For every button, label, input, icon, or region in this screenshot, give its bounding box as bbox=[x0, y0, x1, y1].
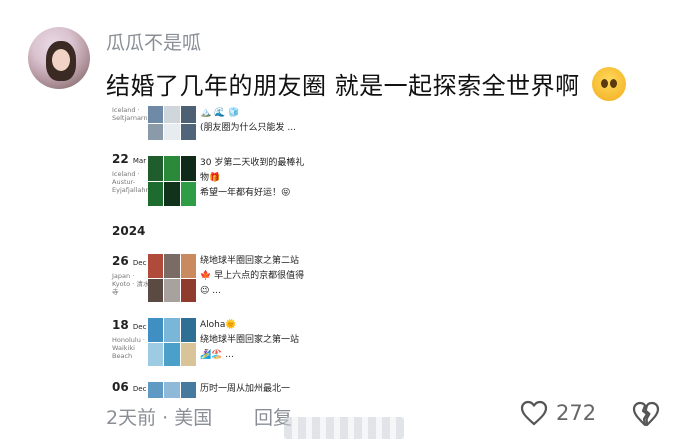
entry-photo-grid bbox=[148, 254, 196, 302]
username[interactable]: 瓜瓜不是呱 bbox=[106, 28, 201, 55]
attached-screenshot-image[interactable]: Iceland · Seltjarnarnes 🏔️ 🌊 🧊 (朋友圈为什么只能… bbox=[106, 104, 314, 398]
heart-icon bbox=[520, 400, 548, 426]
broken-heart-icon bbox=[632, 401, 660, 427]
entry-location: Honolulu · Waikiki Beach bbox=[112, 336, 145, 360]
entry-text: 绕地球半圈回家之第二站🍁 早上六点的京都很值得😉 ... bbox=[200, 256, 305, 296]
entry-date: 06 Dec bbox=[112, 380, 146, 394]
entry-month: Dec bbox=[132, 385, 147, 393]
entry-photo-grid bbox=[148, 106, 196, 140]
entry-month: Dec bbox=[132, 259, 147, 267]
avatar[interactable] bbox=[28, 27, 90, 89]
entry-day: 06 bbox=[112, 380, 129, 394]
entry-photo-grid bbox=[148, 382, 196, 398]
entry-text: 30 岁第二天收到的最棒礼物🎁 希望一年都有好运！😝 bbox=[200, 158, 305, 198]
watermark-overlay bbox=[284, 417, 404, 439]
entry-location: Japan · Kyoto · 清水寺 bbox=[112, 272, 150, 296]
comment-text: 结婚了几年的朋友圈 就是一起探索全世界啊 bbox=[106, 66, 626, 101]
dislike-button[interactable] bbox=[632, 401, 660, 431]
entry-day: 18 bbox=[112, 318, 129, 332]
entry-text: Aloha🌞 绕地球半圈回家之第一站🏄‍♀️🏖️ ... bbox=[200, 320, 300, 360]
entry-date: 18 Dec bbox=[112, 318, 146, 332]
entry-day: 22 bbox=[112, 152, 129, 166]
entry-text: 🏔️ 🌊 🧊 (朋友圈为什么只能发 ... bbox=[200, 108, 296, 133]
year-label: 2024 bbox=[112, 224, 146, 238]
entry-day: 26 bbox=[112, 254, 129, 268]
comment-text-content: 结婚了几年的朋友圈 就是一起探索全世界啊 bbox=[106, 72, 580, 100]
entry-date: 22 Mar bbox=[112, 152, 146, 166]
entry-date: 26 Dec bbox=[112, 254, 146, 268]
entry-location: Iceland · Austur-Eyjafjallahr... bbox=[112, 170, 154, 194]
entry-month: Mar bbox=[132, 157, 147, 165]
comment-time-location: 2天前 · 美国 bbox=[106, 407, 213, 429]
like-button[interactable]: 272 bbox=[520, 400, 596, 426]
entry-photo-grid bbox=[148, 156, 196, 206]
entry-month: Dec bbox=[132, 323, 147, 331]
crying-face-emoji-icon bbox=[591, 67, 626, 101]
entry-text: 历时一周从加州最北一 bbox=[200, 384, 291, 394]
like-count: 272 bbox=[556, 401, 597, 425]
entry-location: Iceland · Seltjarnarnes bbox=[112, 106, 155, 122]
entry-photo-grid bbox=[148, 318, 196, 366]
